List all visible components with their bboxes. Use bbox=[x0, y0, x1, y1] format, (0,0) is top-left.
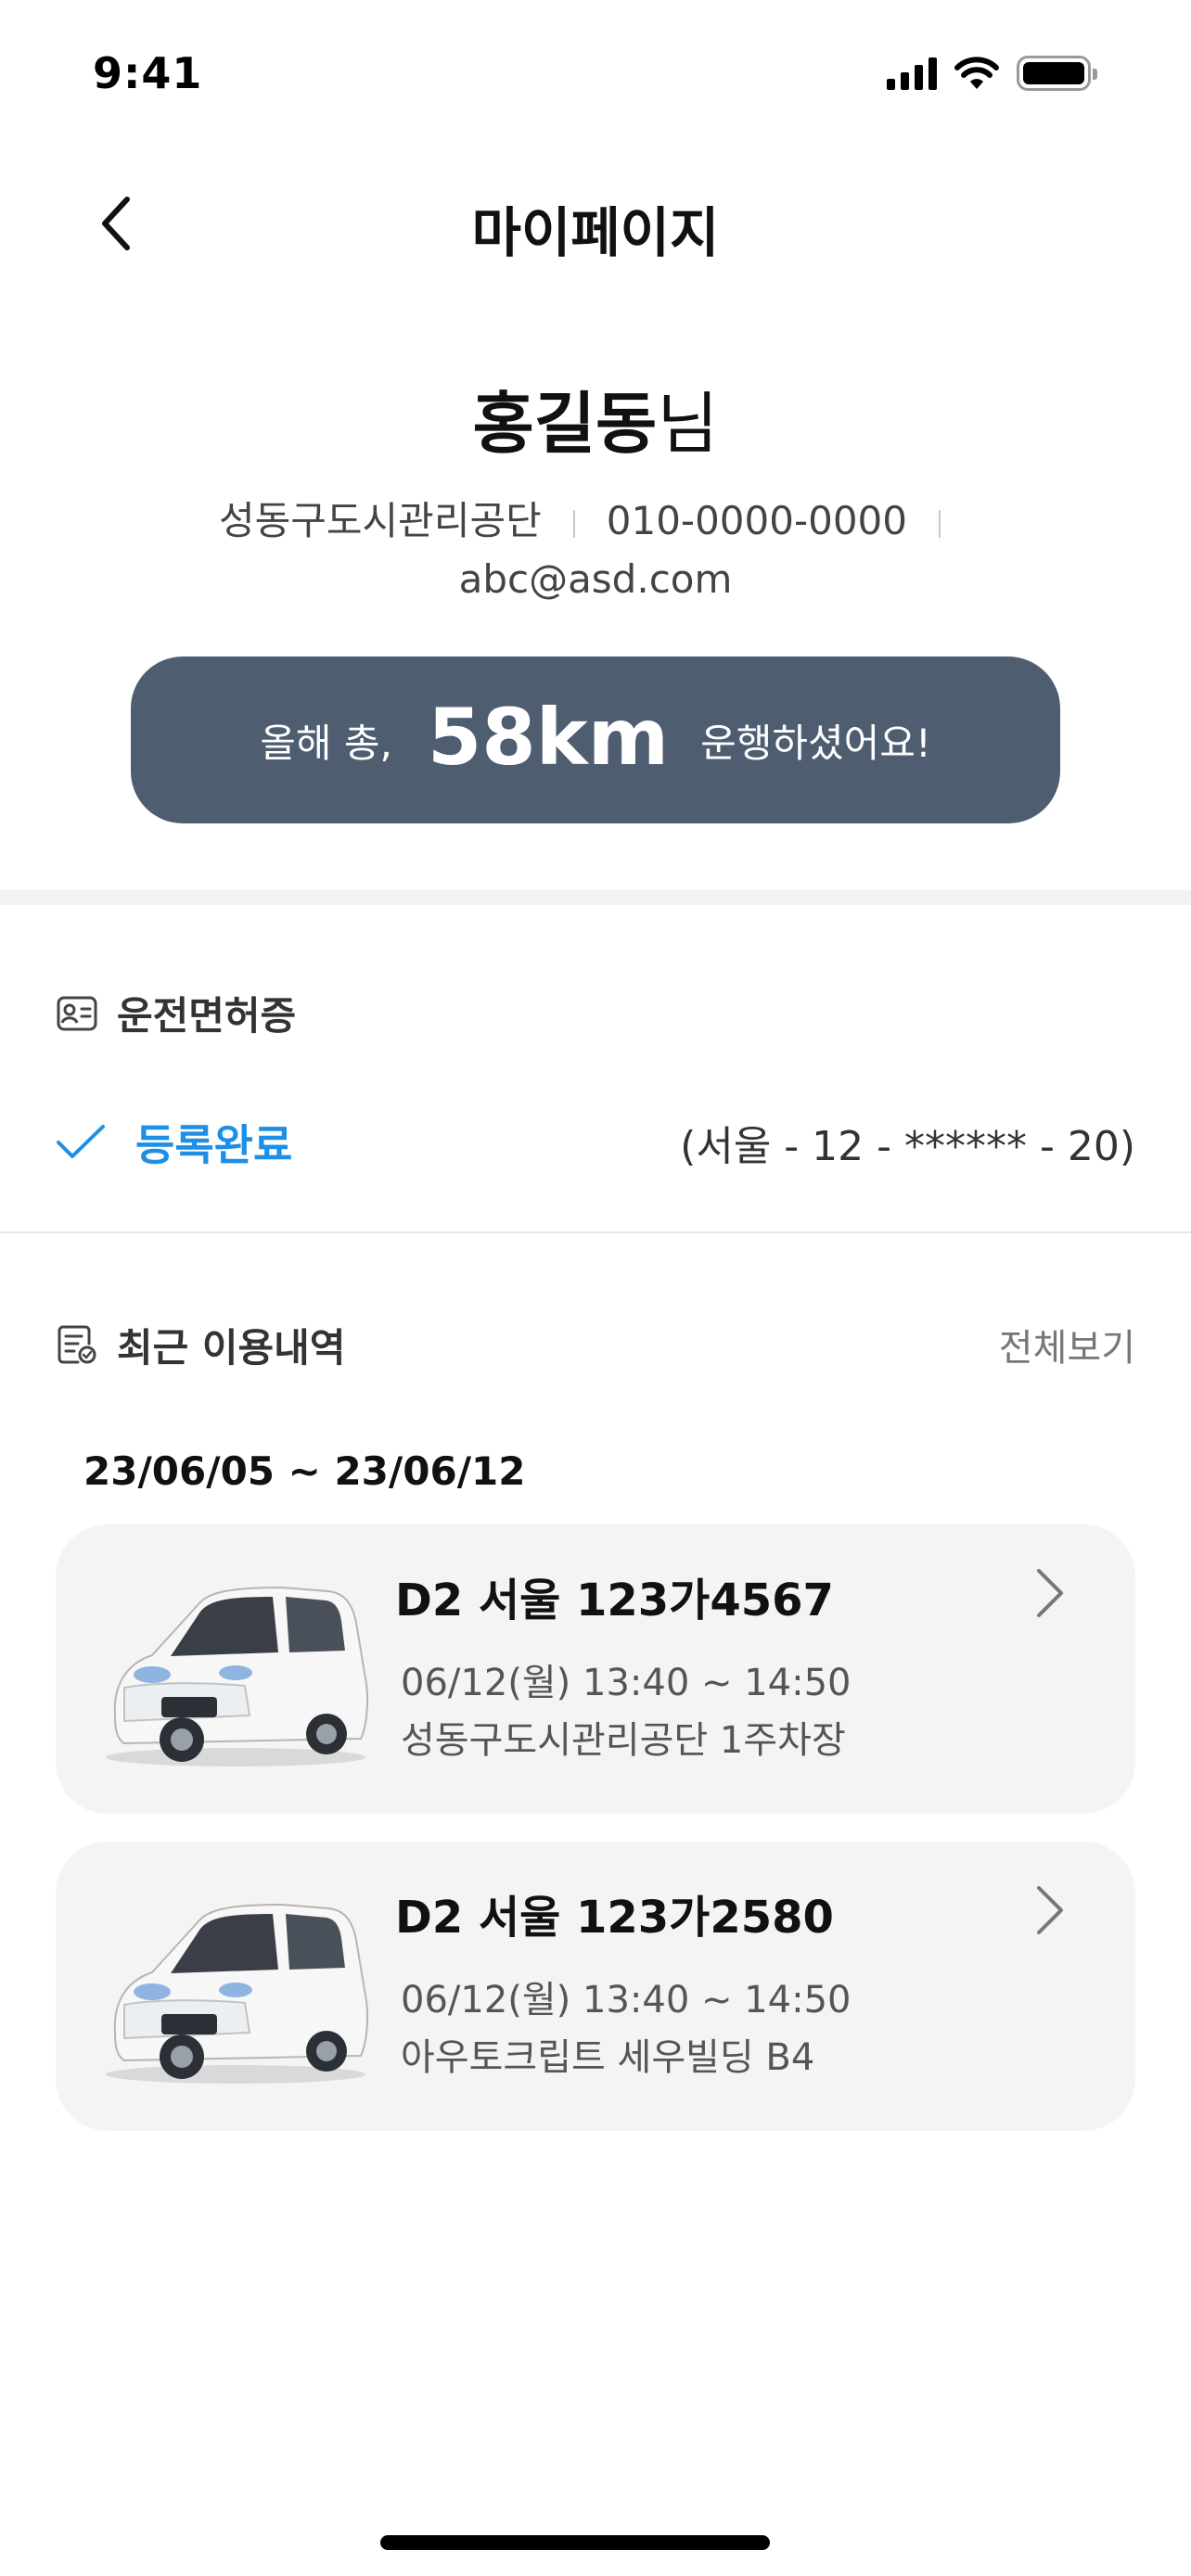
summary-suffix: 운행하셨어요! bbox=[700, 720, 931, 766]
view-all-link[interactable]: 전체보기 bbox=[999, 1318, 1135, 1371]
recent-section-header: 최근 이용내역 bbox=[56, 1317, 345, 1373]
history-card[interactable]: D2 서울 123가4567 06/12(월) 13:40 ~ 14:50 성동… bbox=[56, 1524, 1135, 1814]
check-icon bbox=[57, 1125, 105, 1158]
date-range: 23/06/05 ~ 23/06/12 bbox=[83, 1448, 526, 1494]
license-section-title: 운전면허증 bbox=[117, 993, 297, 1039]
user-name-suffix: 님 bbox=[657, 385, 719, 463]
chevron-right-icon bbox=[1037, 1569, 1063, 1617]
license-status: 등록완료 bbox=[56, 1112, 292, 1173]
email: abc@asd.com bbox=[458, 556, 733, 602]
license-row: 등록완료 (서울 - 12 - ****** - 20) bbox=[56, 1105, 1135, 1180]
page-title: 마이페이지 bbox=[471, 201, 720, 264]
organization: 성동구도시관리공단 bbox=[218, 498, 542, 543]
license-section-header: 운전면허증 bbox=[56, 985, 296, 1041]
card-place: 성동구도시관리공단 1주차장 bbox=[401, 1719, 846, 1762]
header: 마이페이지 bbox=[0, 158, 1191, 287]
license-status-label: 등록완료 bbox=[135, 1120, 293, 1170]
section-divider bbox=[0, 1231, 1191, 1233]
recent-section-header-row: 최근 이용내역 전체보기 bbox=[56, 1315, 1135, 1374]
phone-number: 010-0000-0000 bbox=[606, 498, 907, 543]
wifi-icon bbox=[954, 57, 999, 89]
chevron-right-icon bbox=[1037, 1886, 1063, 1934]
section-divider bbox=[0, 890, 1191, 905]
card-title: D2 서울 123가4567 bbox=[395, 1575, 834, 1626]
profile-name: 홍길동님 bbox=[0, 369, 1191, 466]
card-place: 아우토크립트 세우빌딩 B4 bbox=[401, 2036, 815, 2079]
card-title: D2 서울 123가2580 bbox=[395, 1892, 834, 1944]
id-card-icon bbox=[57, 996, 97, 1030]
history-card[interactable]: D2 서울 123가2580 06/12(월) 13:40 ~ 14:50 아우… bbox=[56, 1842, 1135, 2131]
cellular-signal-icon bbox=[887, 57, 937, 90]
driving-summary-banner: 올해 총, 58km 운행하셨어요! bbox=[131, 657, 1060, 823]
summary-prefix: 올해 총, bbox=[260, 720, 392, 766]
license-number: (서울 - 12 - ****** - 20) bbox=[680, 1123, 1135, 1170]
status-bar: 9:41 bbox=[0, 0, 1191, 148]
user-name: 홍길동 bbox=[472, 385, 658, 463]
home-indicator[interactable] bbox=[380, 2535, 770, 2550]
status-icons bbox=[887, 56, 1097, 91]
status-time: 9:41 bbox=[93, 48, 203, 98]
separator bbox=[572, 509, 575, 538]
car-image bbox=[106, 1903, 369, 2084]
receipt-icon bbox=[58, 1325, 96, 1364]
card-time: 06/12(월) 13:40 ~ 14:50 bbox=[401, 1662, 852, 1704]
battery-icon bbox=[1017, 56, 1097, 91]
recent-section-title: 최근 이용내역 bbox=[117, 1324, 346, 1371]
separator bbox=[939, 509, 941, 538]
card-time: 06/12(월) 13:40 ~ 14:50 bbox=[401, 1979, 852, 2021]
car-image bbox=[106, 1586, 369, 1766]
summary-distance: 58km bbox=[427, 692, 670, 783]
profile-meta: 성동구도시관리공단 010-0000-0000 bbox=[0, 490, 1191, 546]
